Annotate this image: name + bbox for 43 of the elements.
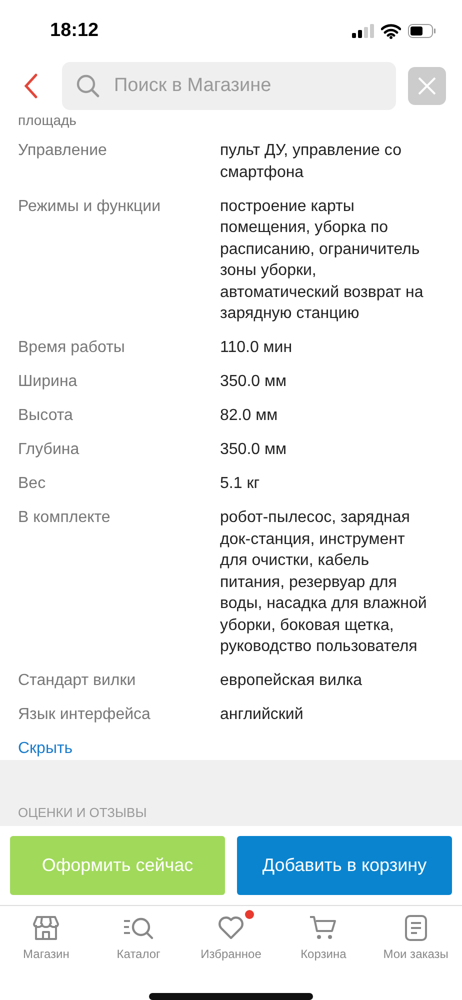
close-icon: [418, 77, 436, 95]
search-icon: [76, 74, 100, 98]
search-field[interactable]: Поиск в Магазине: [112, 74, 382, 98]
status-time: 18:12: [50, 20, 99, 42]
spec-label: Управление: [18, 141, 108, 161]
signal-icon: [352, 24, 374, 38]
cart-icon: [309, 915, 338, 941]
spec-label: В комплекте: [18, 508, 112, 528]
spec-value: 350.0 мм: [220, 372, 288, 392]
spec-value: робот-пылесос, зарядная док-станция, инструмент для очистки, кабель питания, резервуар для воды, насадка для влажной уборки, боковая щетка, руководство пользователя: [220, 508, 428, 657]
spec-label: Глубина: [18, 440, 80, 460]
spec-value: 110.0 мин: [220, 338, 294, 358]
spec-value: европейская вилка: [220, 671, 364, 691]
spec-label: Режимы и функции: [18, 196, 162, 216]
catalog-search-icon: [122, 916, 155, 940]
document-icon: [404, 915, 428, 941]
tab-item[interactable]: Магазин: [0, 914, 92, 978]
hide-link[interactable]: Скрыть: [18, 738, 73, 760]
add-to-cart-button[interactable]: Добавить в корзину: [237, 836, 452, 895]
tab-item[interactable]: Избранное: [184, 914, 278, 978]
spec-label: Стандарт вилки: [18, 671, 137, 691]
back-icon[interactable]: [24, 73, 38, 99]
section-heading: ОЦЕНКИ И ОТЗЫВЫ: [18, 805, 147, 820]
spec-label: Вес: [18, 474, 47, 494]
battery-icon: [408, 24, 436, 38]
spec-value: построение карты помещения, уборка по расписанию, ограничитель зоны уборки, автоматический возврат на зарядную станцию: [220, 196, 424, 324]
tab-item[interactable]: Мои заказы: [370, 914, 462, 978]
spec-value: 82.0 мм: [220, 406, 279, 426]
spec-label: Высота: [18, 406, 74, 426]
spec-label: Ширина: [18, 372, 78, 392]
tab-item[interactable]: Каталог: [92, 914, 185, 978]
search-bar[interactable]: Поиск в Магазине: [62, 62, 396, 110]
spec-value: английский: [220, 705, 304, 725]
heart-icon: [218, 916, 244, 940]
wifi-icon: [381, 24, 401, 38]
spec-label: площадь: [18, 112, 78, 128]
spec-label: Язык интерфейса: [18, 705, 152, 725]
spec-label: Время работы: [18, 338, 126, 358]
tab-item[interactable]: Корзина: [277, 914, 370, 978]
spec-value: пульт ДУ, управление со смартфона: [220, 141, 402, 182]
spec-value: 5.1 кг: [220, 474, 261, 494]
spec-value: 350.0 мм: [220, 440, 288, 460]
store-icon: [32, 915, 60, 941]
